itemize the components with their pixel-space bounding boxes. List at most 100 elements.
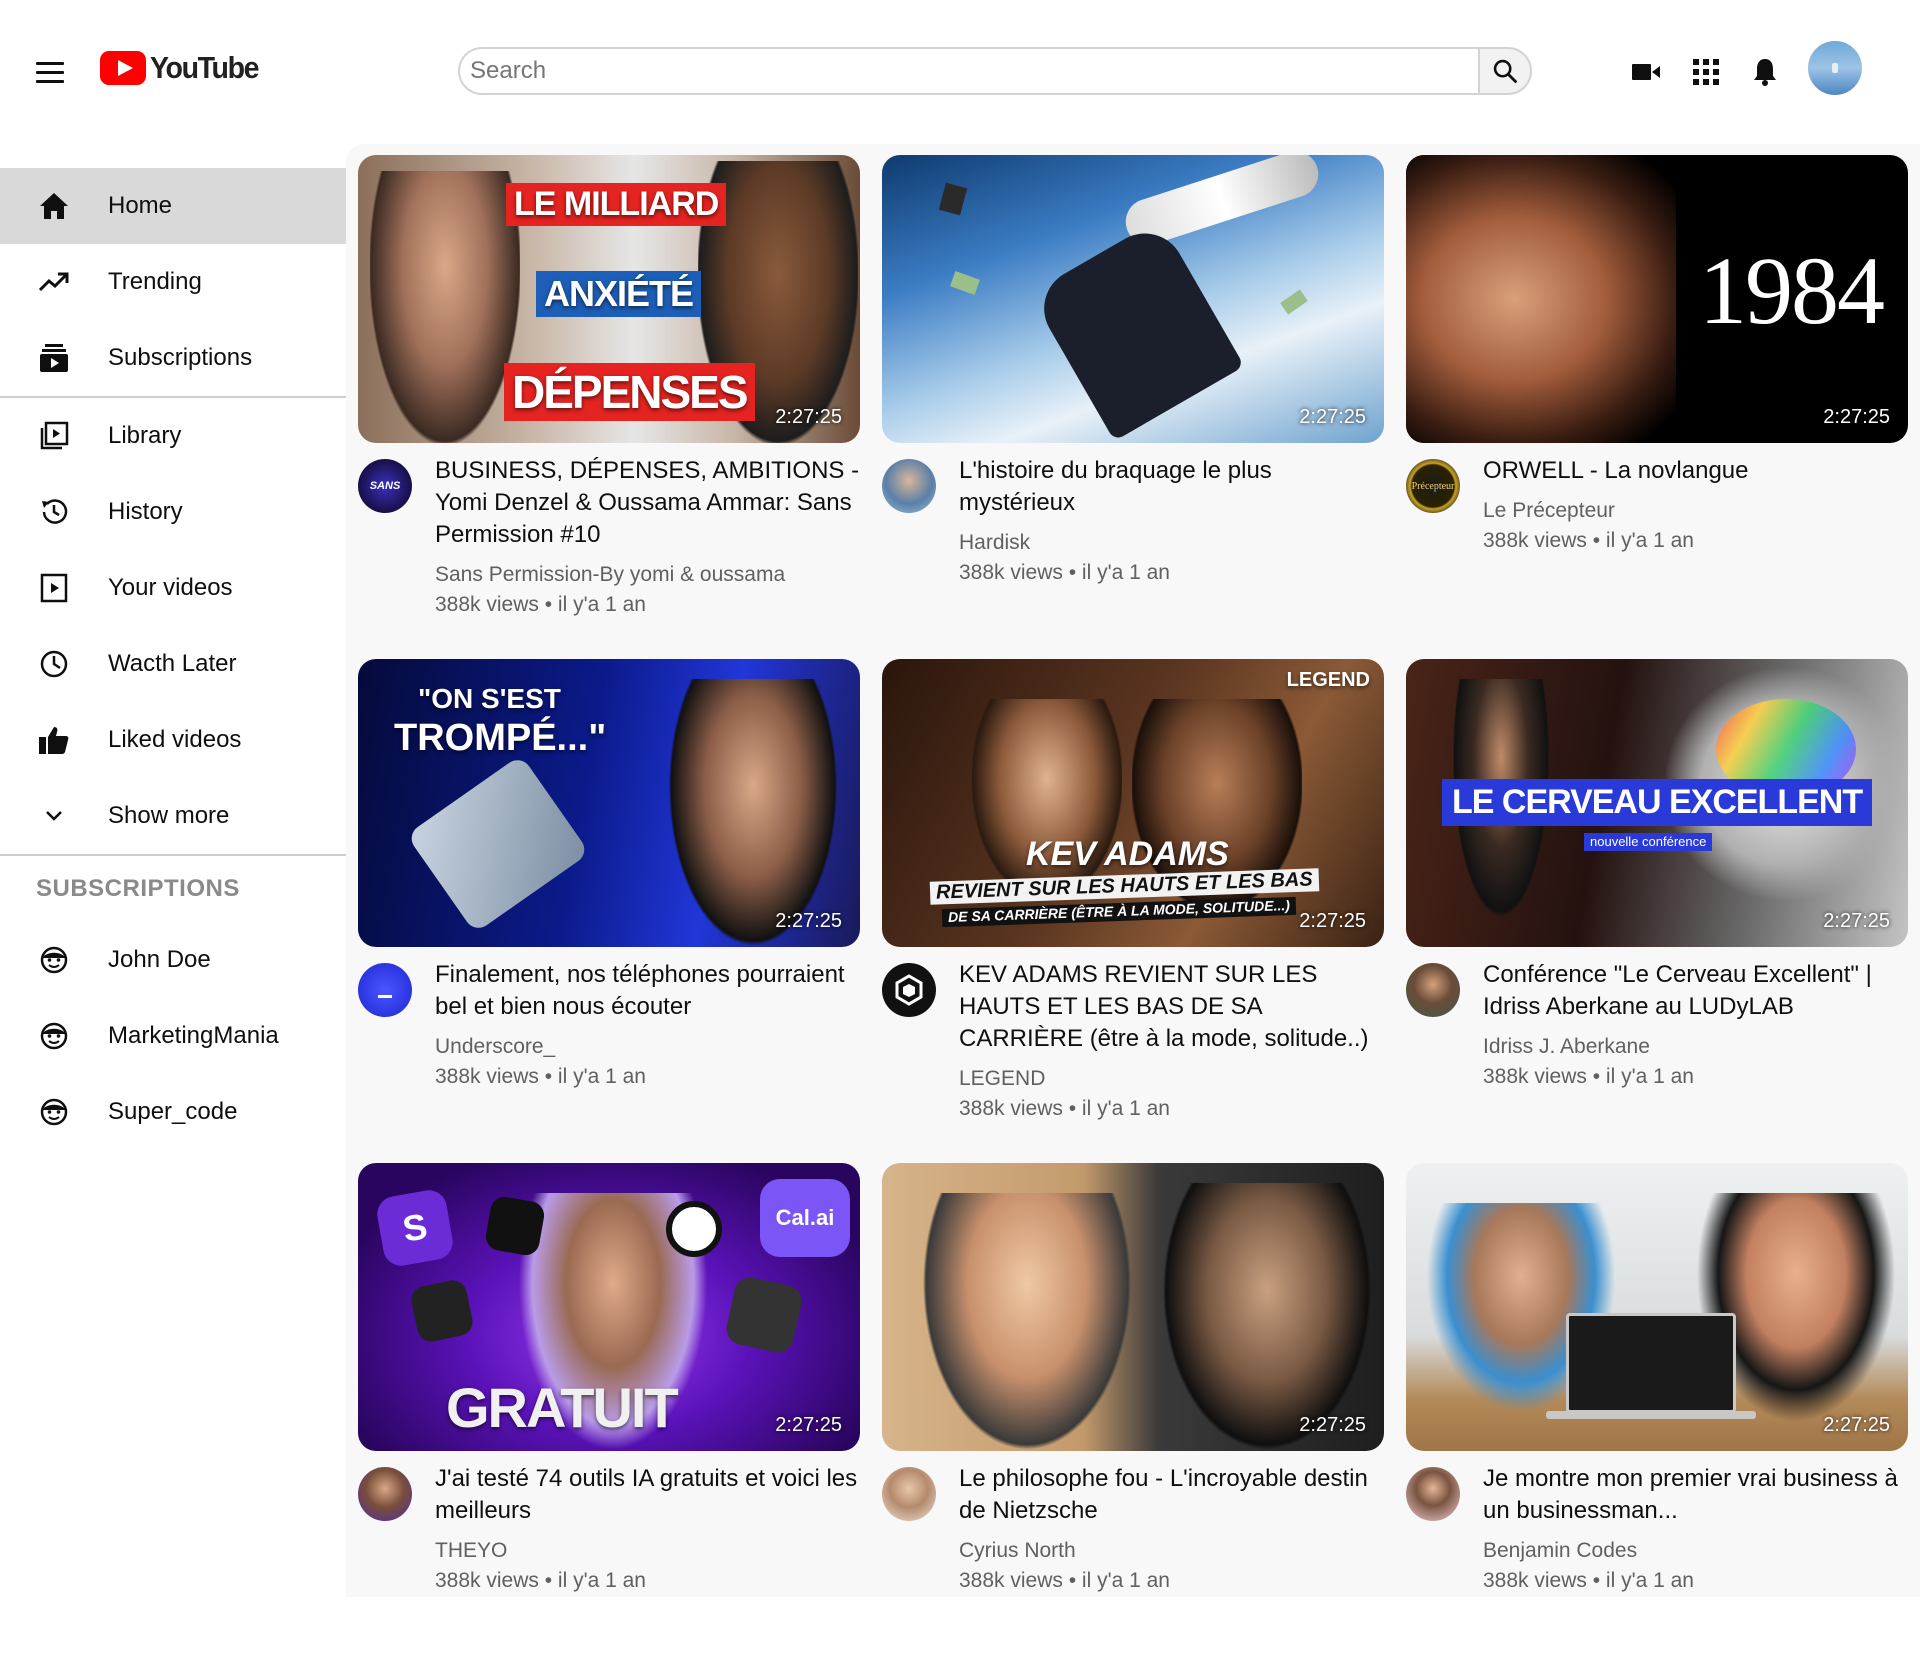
video-duration: 2:27:25	[1299, 910, 1366, 932]
channel-avatar[interactable]: Précepteur	[1406, 459, 1460, 513]
thumbnail-person	[370, 171, 520, 443]
sidebar-item-library[interactable]: Library	[0, 398, 346, 474]
search-input[interactable]	[458, 47, 1478, 95]
channel-name[interactable]: LEGEND	[959, 1067, 1045, 1091]
hamburger-menu-icon[interactable]	[36, 55, 70, 89]
sidebar-item-trending[interactable]: Trending	[0, 244, 346, 320]
video-thumbnail[interactable]: 2:27:25	[882, 155, 1384, 443]
video-title[interactable]: Je montre mon premier vrai business à un…	[1483, 1463, 1908, 1527]
sidebar-item-label: Library	[108, 422, 182, 449]
ai-tool-logo-icon	[408, 1277, 476, 1345]
video-thumbnail[interactable]: 1984 2:27:25	[1406, 155, 1908, 443]
channel-name[interactable]: Le Précepteur	[1483, 499, 1615, 523]
channel-name[interactable]: Underscore_	[435, 1035, 555, 1059]
video-thumbnail[interactable]: LE MILLIARD ANXIÉTÉ DÉPENSES 2:27:25	[358, 155, 860, 443]
subscriptions-heading: SUBSCRIPTIONS	[36, 875, 240, 902]
channel-avatar[interactable]	[358, 963, 412, 1017]
subscription-label: Super_code	[108, 1098, 238, 1125]
search-bar	[458, 47, 1532, 95]
channel-avatar[interactable]	[882, 1467, 936, 1521]
channel-avatar[interactable]	[358, 1467, 412, 1521]
thumbnail-label: DÉPENSES	[504, 363, 755, 421]
subscriptions-icon	[38, 342, 70, 374]
thumbnail-text: 1984	[1699, 237, 1885, 344]
video-title[interactable]: KEV ADAMS REVIENT SUR LES HAUTS ET LES B…	[959, 959, 1384, 1055]
thumbnail-laptop	[1566, 1313, 1736, 1413]
sidebar-item-home[interactable]: Home	[0, 168, 346, 244]
notifications-bell-icon[interactable]	[1745, 52, 1785, 92]
sidebar-item-show-more[interactable]: Show more	[0, 778, 346, 854]
channel-name[interactable]: Sans Permission-By yomi & oussama	[435, 563, 785, 587]
channel-avatar[interactable]	[1406, 963, 1460, 1017]
sidebar-item-your-videos[interactable]: Your videos	[0, 550, 346, 626]
video-title[interactable]: L'histoire du braquage le plus mystérieu…	[959, 455, 1384, 519]
video-card[interactable]: S Cal.ai GRATUIT 2:27:25 J'ai testé 74 o…	[358, 1163, 860, 1663]
channel-name[interactable]: Idriss J. Aberkane	[1483, 1035, 1650, 1059]
video-thumbnail[interactable]: S Cal.ai GRATUIT 2:27:25	[358, 1163, 860, 1451]
channel-name[interactable]: Benjamin Codes	[1483, 1539, 1637, 1563]
sidebar-item-watch-later[interactable]: Wacth Later	[0, 626, 346, 702]
sidebar-item-liked-videos[interactable]: Liked videos	[0, 702, 346, 778]
apps-grid-icon[interactable]	[1686, 52, 1726, 92]
video-duration: 2:27:25	[1823, 910, 1890, 932]
sidebar-item-label: Show more	[108, 802, 230, 829]
channel-name[interactable]: THEYO	[435, 1539, 507, 1563]
video-card[interactable]: LE CERVEAU EXCELLENT nouvelle conférence…	[1406, 659, 1908, 1159]
user-avatar[interactable]	[1808, 41, 1862, 95]
thumbnail-text: TROMPÉ..."	[394, 717, 607, 759]
channel-avatar[interactable]: SANS	[358, 459, 412, 513]
video-card[interactable]: LE MILLIARD ANXIÉTÉ DÉPENSES 2:27:25 SAN…	[358, 155, 860, 655]
search-icon	[1493, 59, 1517, 83]
video-title[interactable]: J'ai testé 74 outils IA gratuits et voic…	[435, 1463, 860, 1527]
video-meta: KEV ADAMS REVIENT SUR LES HAUTS ET LES B…	[882, 959, 1384, 1159]
sidebar-item-label: Subscriptions	[108, 344, 253, 371]
channel-avatar[interactable]	[882, 459, 936, 513]
youtube-logo[interactable]: YouTube	[100, 50, 268, 86]
trending-icon	[38, 266, 70, 298]
subscription-item-marketingmania[interactable]: MarketingMania	[0, 998, 346, 1074]
video-thumbnail[interactable]: LEGEND KEV ADAMS REVIENT SUR LES HAUTS E…	[882, 659, 1384, 947]
sidebar-item-label: Trending	[108, 268, 202, 295]
channel-name[interactable]: Hardisk	[959, 531, 1030, 555]
video-duration: 2:27:25	[1823, 406, 1890, 428]
video-card[interactable]: 1984 2:27:25 Précepteur ORWELL - La novl…	[1406, 155, 1908, 655]
video-card[interactable]: LEGEND KEV ADAMS REVIENT SUR LES HAUTS E…	[882, 659, 1384, 1159]
thumbnail-laptop-base	[1546, 1411, 1756, 1419]
video-thumbnail[interactable]: "ON S'EST TROMPÉ..." 2:27:25	[358, 659, 860, 947]
subscription-item-super-code[interactable]: Super_code	[0, 1074, 346, 1150]
sidebar-item-history[interactable]: History	[0, 474, 346, 550]
thumbnail-label: LE CERVEAU EXCELLENT	[1442, 779, 1873, 826]
thumbnail-text: DÉPENSES	[512, 366, 749, 418]
video-meta: Le philosophe fou - L'incroyable destin …	[882, 1463, 1384, 1663]
top-bar: YouTube	[0, 0, 1920, 140]
thumbnail-person	[922, 1193, 1132, 1451]
create-video-icon[interactable]	[1626, 52, 1666, 92]
video-stats: 388k views • il y'a 1 an	[959, 1569, 1170, 1592]
video-thumbnail[interactable]: 2:27:25	[882, 1163, 1384, 1451]
video-stats: 388k views • il y'a 1 an	[1483, 1569, 1694, 1592]
video-card[interactable]: 2:27:25 L'histoire du braquage le plus m…	[882, 155, 1384, 655]
video-duration: 2:27:25	[775, 406, 842, 428]
video-grid: LE MILLIARD ANXIÉTÉ DÉPENSES 2:27:25 SAN…	[346, 144, 1920, 1597]
video-title[interactable]: Conférence "Le Cerveau Excellent" | Idri…	[1483, 959, 1908, 1023]
video-title[interactable]: Le philosophe fou - L'incroyable destin …	[959, 1463, 1384, 1527]
channel-name[interactable]: Cyrius North	[959, 1539, 1076, 1563]
video-card[interactable]: 2:27:25 Je montre mon premier vrai busin…	[1406, 1163, 1908, 1663]
video-card[interactable]: 2:27:25 Le philosophe fou - L'incroyable…	[882, 1163, 1384, 1663]
video-stats: 388k views • il y'a 1 an	[1483, 1065, 1694, 1088]
video-meta: Finalement, nos téléphones pourraient be…	[358, 959, 860, 1159]
video-thumbnail[interactable]: 2:27:25	[1406, 1163, 1908, 1451]
video-thumbnail[interactable]: LE CERVEAU EXCELLENT nouvelle conférence…	[1406, 659, 1908, 947]
subscription-item-john-doe[interactable]: John Doe	[0, 922, 346, 998]
thumbs-up-icon	[38, 724, 70, 756]
video-title[interactable]: BUSINESS, DÉPENSES, AMBITIONS - Yomi Den…	[435, 455, 860, 551]
video-card[interactable]: "ON S'EST TROMPÉ..." 2:27:25 Finalement,…	[358, 659, 860, 1159]
video-duration: 2:27:25	[1299, 406, 1366, 428]
search-button[interactable]	[1478, 47, 1532, 95]
video-title[interactable]: Finalement, nos téléphones pourraient be…	[435, 959, 860, 1023]
sidebar-item-subscriptions[interactable]: Subscriptions	[0, 320, 346, 396]
channel-avatar[interactable]	[1406, 1467, 1460, 1521]
video-meta: SANS BUSINESS, DÉPENSES, AMBITIONS - Yom…	[358, 455, 860, 655]
video-title[interactable]: ORWELL - La novlangue	[1483, 455, 1908, 487]
channel-avatar[interactable]	[882, 963, 936, 1017]
